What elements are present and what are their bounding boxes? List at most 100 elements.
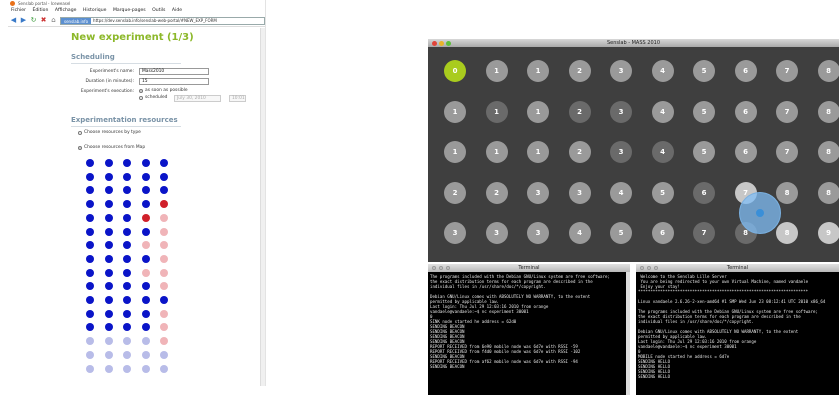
- map-node-dot[interactable]: [123, 200, 131, 209]
- map-node-dot[interactable]: [141, 159, 150, 167]
- terminal-right-output[interactable]: Welcome to the Senslab Lille Server You …: [636, 272, 839, 381]
- menu-history[interactable]: Historique: [83, 8, 107, 13]
- menu-edit[interactable]: Édition: [32, 8, 48, 13]
- sensor-node[interactable]: 5: [651, 181, 674, 204]
- map-node-dot[interactable]: [104, 254, 113, 263]
- sensor-node[interactable]: 8: [817, 141, 839, 163]
- sensor-node[interactable]: 4: [651, 141, 674, 163]
- map-node-dot[interactable]: [160, 241, 168, 250]
- sensor-node[interactable]: 8: [817, 181, 839, 204]
- sensor-node[interactable]: 8: [776, 181, 798, 204]
- sensor-node[interactable]: 2: [444, 181, 466, 204]
- sensor-node[interactable]: 3: [610, 60, 632, 82]
- map-node-dot[interactable]: [123, 364, 131, 373]
- sensor-node[interactable]: 8: [817, 100, 839, 123]
- sensor-node[interactable]: 1: [485, 100, 508, 123]
- sensor-node[interactable]: 8: [776, 222, 798, 244]
- map-node-dot[interactable]: [104, 186, 113, 195]
- sensor-node[interactable]: 3: [444, 222, 466, 244]
- terminal-scrollbar[interactable]: [626, 272, 630, 395]
- map-node-dot[interactable]: [160, 323, 168, 332]
- map-node-dot[interactable]: [160, 172, 168, 181]
- sensor-node[interactable]: 0: [444, 60, 466, 82]
- map-node-dot[interactable]: [160, 268, 168, 277]
- map-node-dot[interactable]: [160, 309, 168, 318]
- sensor-node[interactable]: 6: [734, 60, 757, 82]
- sensor-node[interactable]: 6: [734, 100, 757, 123]
- zoom-window-icon[interactable]: [446, 266, 450, 270]
- minimize-window-icon[interactable]: [439, 40, 444, 46]
- map-node-dot[interactable]: [123, 241, 131, 250]
- map-node-dot[interactable]: [123, 186, 131, 195]
- map-node-dot[interactable]: [141, 296, 150, 304]
- map-node-dot[interactable]: [86, 172, 94, 181]
- zoom-window-icon[interactable]: [654, 266, 658, 270]
- menu-help[interactable]: Aide: [172, 8, 182, 13]
- map-node-dot[interactable]: [86, 309, 94, 318]
- map-node-dot[interactable]: [86, 241, 94, 250]
- sensor-node[interactable]: 1: [527, 100, 549, 123]
- sensor-node[interactable]: 1: [527, 60, 549, 82]
- menu-view[interactable]: Affichage: [55, 8, 77, 13]
- map-node-dot[interactable]: [123, 254, 131, 263]
- map-node-dot[interactable]: [86, 254, 94, 263]
- map-node-dot[interactable]: [141, 309, 150, 318]
- map-node-dot[interactable]: [123, 309, 131, 318]
- map-node-dot[interactable]: [104, 227, 113, 236]
- zoom-window-icon[interactable]: [446, 40, 451, 46]
- menu-file[interactable]: Fichier: [11, 8, 26, 13]
- map-node-dot[interactable]: [160, 337, 168, 346]
- menu-tools[interactable]: Outils: [152, 8, 165, 13]
- minimize-window-icon[interactable]: [647, 266, 651, 270]
- map-node-dot[interactable]: [104, 213, 113, 222]
- map-node-dot[interactable]: [86, 268, 94, 277]
- map-node-dot[interactable]: [123, 337, 131, 346]
- sensor-node[interactable]: 1: [444, 141, 466, 163]
- map-node-dot[interactable]: [86, 364, 94, 373]
- sensor-node[interactable]: 5: [693, 100, 715, 123]
- close-window-icon[interactable]: [640, 266, 644, 270]
- forward-arrow-icon[interactable]: ▶: [20, 17, 27, 24]
- map-node-dot[interactable]: [160, 213, 168, 222]
- map-node-dot[interactable]: [86, 159, 94, 167]
- sensor-node[interactable]: 5: [693, 141, 715, 163]
- home-icon[interactable]: ⌂: [50, 17, 57, 24]
- sensor-node[interactable]: 7: [776, 141, 798, 163]
- sensor-node[interactable]: 5: [693, 60, 715, 82]
- map-node-dot[interactable]: [104, 172, 113, 181]
- back-arrow-icon[interactable]: ◀: [10, 17, 17, 24]
- url-bar[interactable]: senslab.info https://dev.senslab.info/se…: [60, 16, 265, 25]
- reload-icon[interactable]: ↻: [30, 17, 37, 24]
- map-node-dot[interactable]: [141, 254, 150, 263]
- sensor-node[interactable]: 7: [693, 222, 715, 244]
- map-node-dot[interactable]: [160, 364, 168, 373]
- close-window-icon[interactable]: [432, 40, 437, 46]
- sensor-node[interactable]: 3: [485, 222, 508, 244]
- site-identity-badge[interactable]: senslab.info: [61, 17, 92, 24]
- mobile-node-marker[interactable]: [756, 209, 764, 217]
- map-node-dot[interactable]: [123, 282, 131, 291]
- map-node-dot[interactable]: [160, 254, 168, 263]
- sensor-node[interactable]: 3: [527, 222, 549, 244]
- sensor-node[interactable]: 4: [568, 222, 591, 244]
- sensor-node[interactable]: 1: [485, 141, 508, 163]
- map-node-dot[interactable]: [123, 159, 131, 167]
- map-node-dot[interactable]: [86, 200, 94, 209]
- sensor-node[interactable]: 8: [817, 60, 839, 82]
- map-node-dot[interactable]: [141, 323, 150, 332]
- map-node-dot[interactable]: [104, 337, 113, 346]
- sensor-node[interactable]: 4: [651, 60, 674, 82]
- page-scrollbar[interactable]: [260, 28, 265, 386]
- map-node-dot[interactable]: [104, 323, 113, 332]
- sensor-node[interactable]: 3: [610, 141, 632, 163]
- sensor-node[interactable]: 1: [485, 60, 508, 82]
- map-node-dot[interactable]: [123, 350, 131, 359]
- url-text[interactable]: https://dev.senslab.info/senslab-web-por…: [93, 18, 217, 24]
- map-node-dot[interactable]: [123, 268, 131, 277]
- map-node-dot[interactable]: [123, 213, 131, 222]
- map-node-dot[interactable]: [141, 186, 150, 195]
- map-node-dot[interactable]: [160, 227, 168, 236]
- stop-icon[interactable]: ✖: [40, 17, 47, 24]
- map-node-dot[interactable]: [86, 186, 94, 195]
- sensor-node[interactable]: 2: [568, 60, 591, 82]
